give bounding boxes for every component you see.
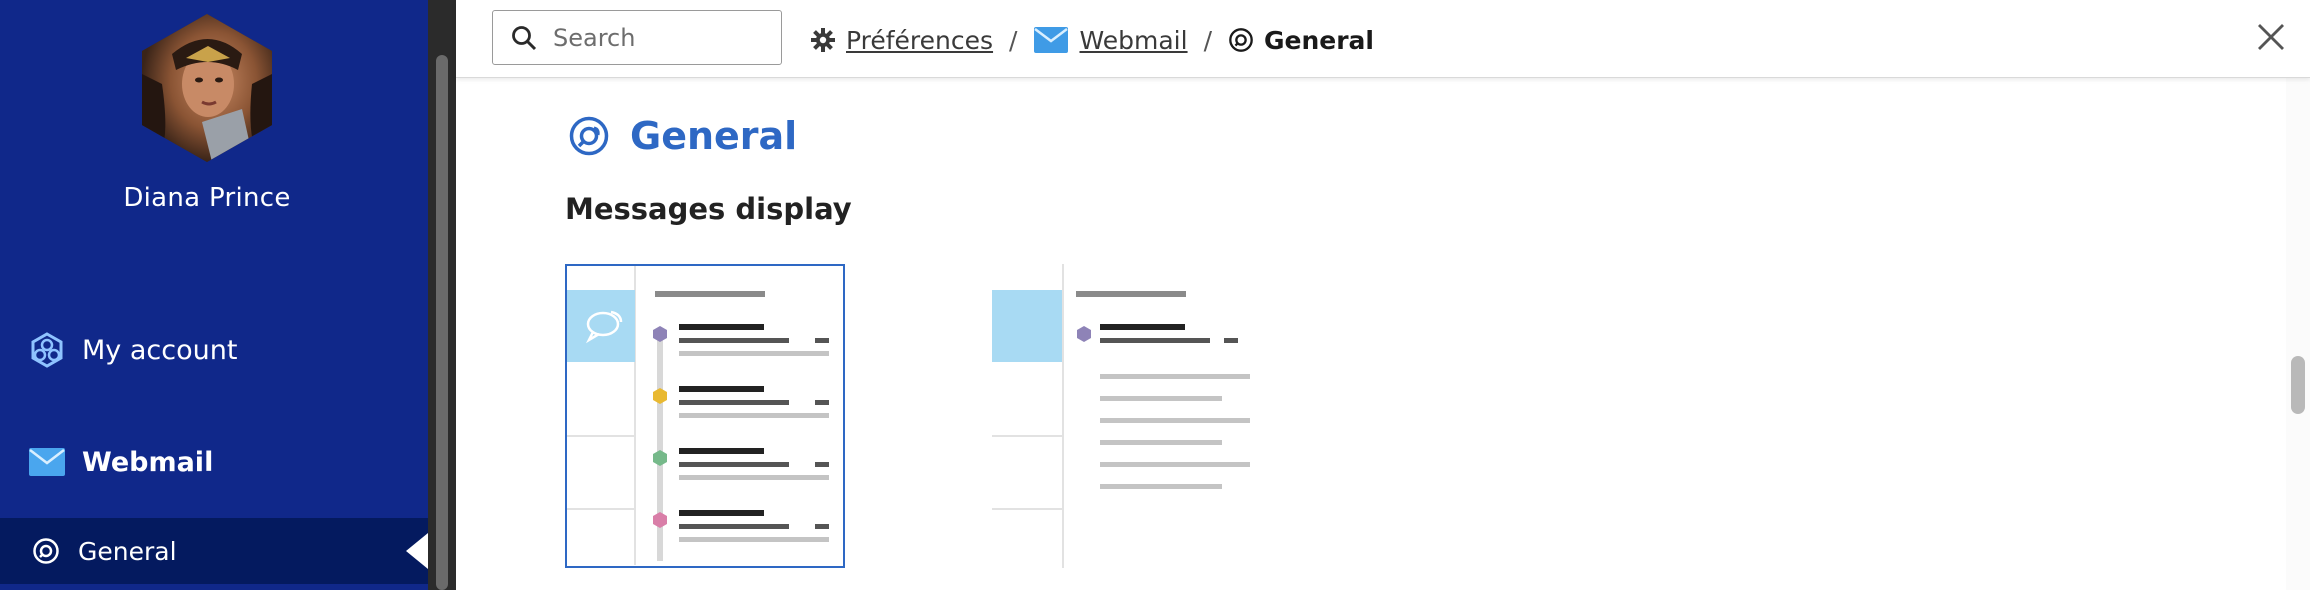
breadcrumb-general: General	[1228, 26, 1374, 55]
breadcrumb-webmail: Webmail	[1033, 26, 1188, 55]
page-title-text: General	[630, 114, 798, 158]
breadcrumb-separator: /	[1009, 25, 1018, 55]
general-icon	[569, 116, 609, 156]
sidebar-scrollbar-thumb[interactable]	[436, 55, 448, 590]
breadcrumb-separator: /	[1203, 25, 1212, 55]
display-option-conversation[interactable]	[565, 264, 845, 568]
search-icon	[512, 25, 537, 50]
account-icon	[31, 332, 63, 368]
sidebar-item-label: Webmail	[82, 446, 214, 478]
search-box[interactable]	[492, 10, 782, 65]
active-caret	[406, 533, 428, 569]
user-name: Diana Prince	[123, 183, 291, 213]
main-scrollbar-thumb[interactable]	[2291, 356, 2305, 414]
sidebar-item-label: My account	[82, 334, 238, 366]
breadcrumb: Préférences / Webmail / General	[810, 22, 1374, 58]
sidebar-item-general[interactable]: General	[0, 518, 428, 584]
avatar[interactable]	[142, 14, 272, 162]
search-input[interactable]	[553, 23, 773, 52]
close-icon[interactable]	[2254, 20, 2288, 54]
display-option-message-preview[interactable]	[992, 264, 1272, 568]
mail-icon	[29, 448, 65, 476]
message-preview-view-preview	[992, 264, 1250, 568]
gear-icon	[811, 28, 835, 52]
main-content: General Messages display	[456, 78, 2310, 590]
sidebar-item-label: General	[78, 536, 177, 566]
section-title-messages-display: Messages display	[565, 192, 852, 226]
breadcrumb-preferences: Préférences	[810, 26, 993, 55]
main-scrollbar[interactable]	[2286, 78, 2310, 590]
avatar-image	[142, 14, 272, 162]
sidebar: Diana Prince My account Webmail General	[0, 0, 428, 590]
top-bar: Préférences / Webmail / General	[456, 0, 2310, 78]
general-icon	[1229, 28, 1253, 52]
page-title: General	[568, 114, 797, 158]
breadcrumb-current: General	[1264, 25, 1374, 55]
breadcrumb-link-preferences[interactable]: Préférences	[846, 26, 993, 55]
breadcrumb-link-webmail[interactable]: Webmail	[1079, 26, 1187, 55]
sidebar-scrollbar[interactable]	[428, 0, 456, 590]
sidebar-item-webmail[interactable]: Webmail	[0, 442, 428, 482]
general-icon	[33, 538, 59, 564]
mail-icon	[1034, 27, 1069, 53]
conversation-view-preview	[567, 266, 829, 565]
sidebar-item-my-account[interactable]: My account	[0, 330, 428, 370]
